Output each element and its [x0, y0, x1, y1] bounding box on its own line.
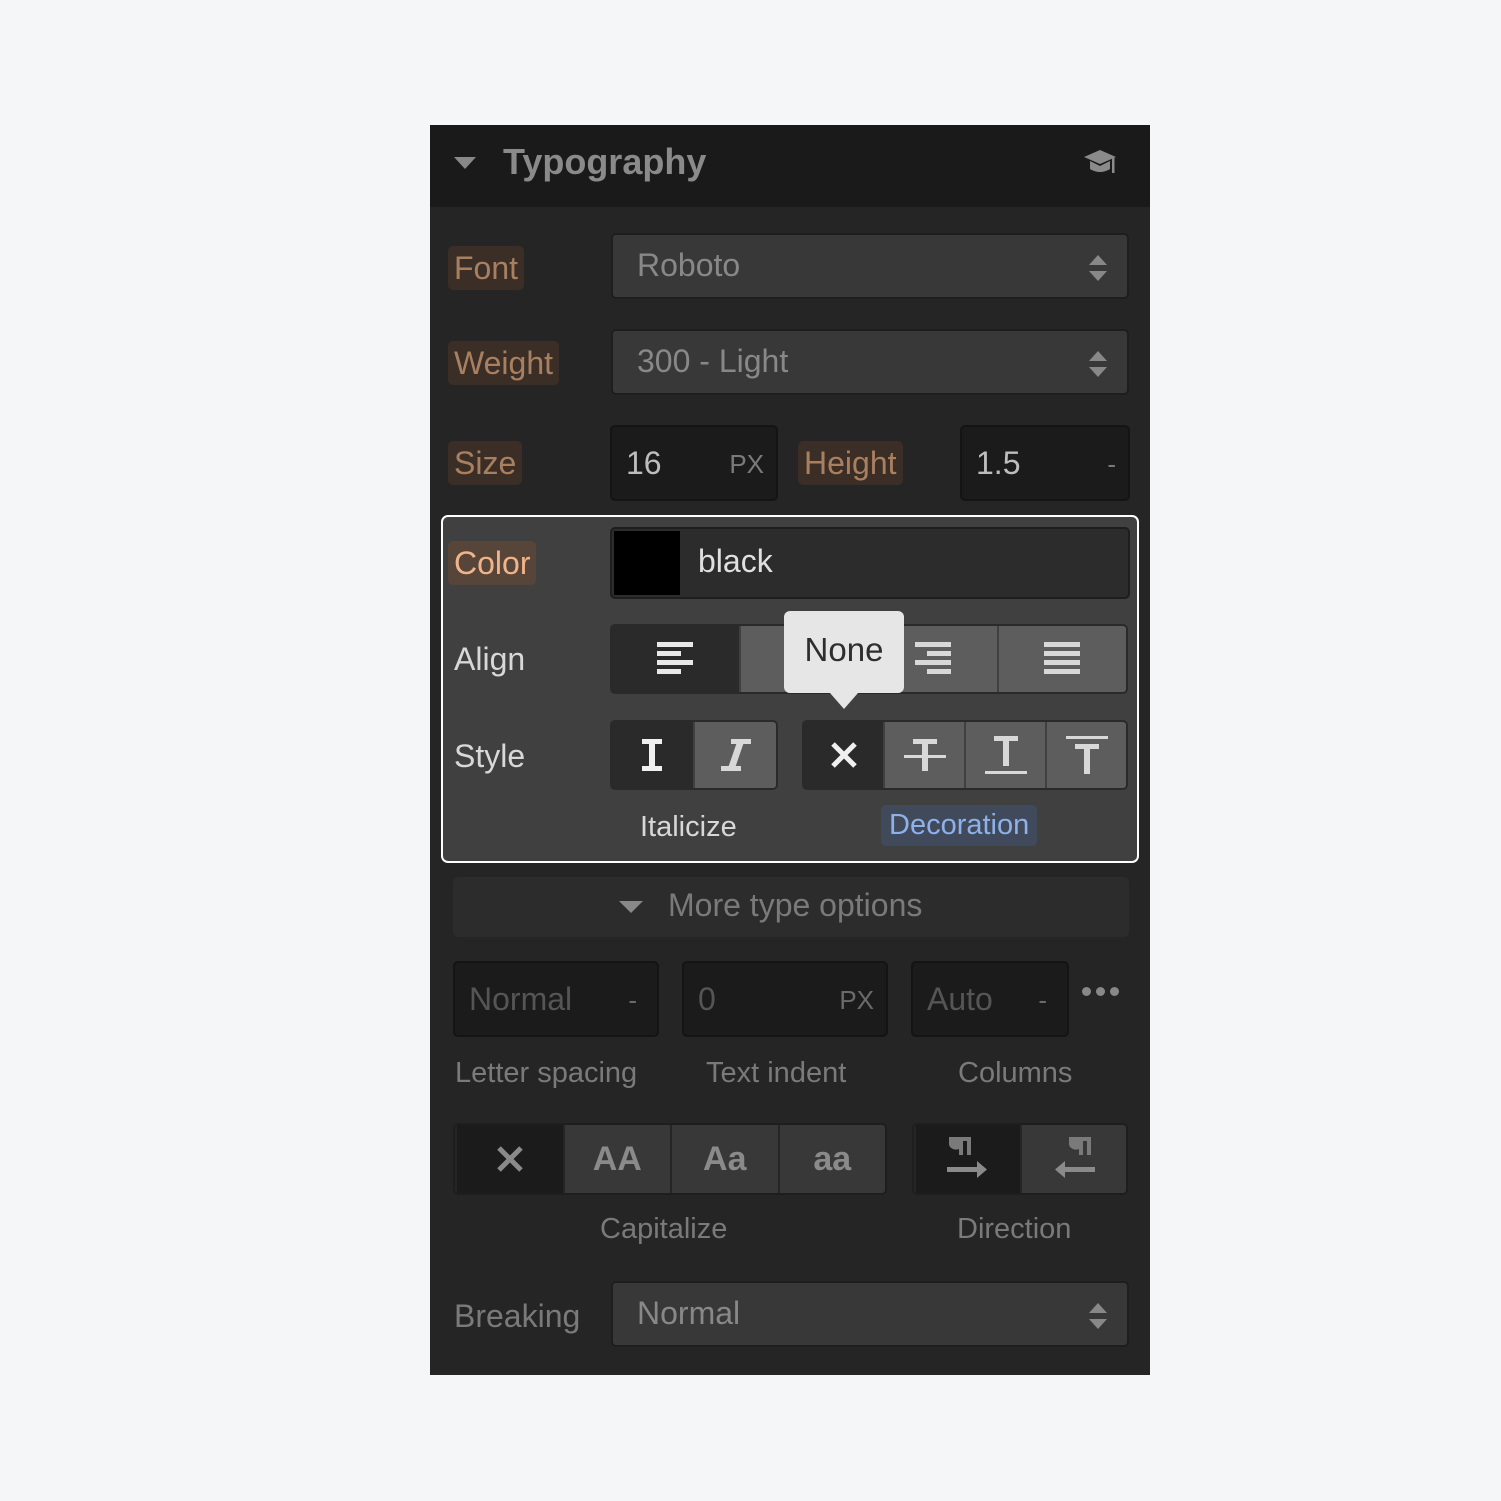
decoration-group [802, 720, 1128, 790]
uppercase-icon: AA [592, 1139, 642, 1178]
typography-panel: Typography Font Roboto Weight 300 - Ligh… [430, 125, 1150, 1375]
capitalize-none-button[interactable] [455, 1125, 563, 1193]
size-value: 16 [626, 445, 662, 481]
size-unit[interactable]: PX [729, 449, 764, 480]
color-field[interactable]: black [610, 527, 1130, 599]
color-value: black [698, 543, 773, 579]
columns-input[interactable]: Auto - [911, 961, 1069, 1037]
capitalize-caption: Capitalize [600, 1213, 728, 1245]
graduation-cap-icon[interactable] [1082, 149, 1118, 179]
columns-unit[interactable]: - [1038, 985, 1047, 1016]
letter-spacing-unit[interactable]: - [628, 985, 637, 1016]
regular-style-button[interactable] [612, 722, 693, 788]
text-indent-value: 0 [698, 981, 716, 1017]
letter-spacing-input[interactable]: Normal - [453, 961, 659, 1037]
capitalize-group: AA Aa aa [453, 1123, 887, 1195]
capitalize-icon: Aa [703, 1139, 747, 1178]
align-left-button[interactable] [612, 626, 739, 692]
tooltip-text: None [804, 631, 884, 668]
size-label[interactable]: Size [448, 441, 523, 485]
style-label: Style [454, 738, 526, 774]
weight-value: 300 - Light [637, 343, 789, 379]
text-indent-input[interactable]: 0 PX [682, 961, 888, 1037]
direction-caption: Direction [957, 1213, 1072, 1245]
text-indent-caption: Text indent [706, 1057, 847, 1089]
strikethrough-button[interactable] [883, 722, 964, 788]
italic-style-button[interactable] [693, 722, 776, 788]
lowercase-button[interactable]: aa [777, 1125, 885, 1193]
color-label[interactable]: Color [448, 541, 537, 585]
breaking-label: Breaking [454, 1298, 581, 1334]
caret-down-icon[interactable] [454, 157, 476, 169]
decoration-caption: Decoration [881, 805, 1038, 846]
letter-spacing-value: Normal [469, 981, 573, 1017]
section-header[interactable]: Typography [430, 125, 1150, 207]
font-label[interactable]: Font [448, 246, 525, 290]
weight-label[interactable]: Weight [448, 341, 560, 385]
lowercase-icon: aa [813, 1139, 852, 1178]
height-unit[interactable]: - [1107, 449, 1116, 480]
updown-arrow-icon [1089, 351, 1107, 377]
align-justify-button[interactable] [997, 626, 1126, 692]
columns-value: Auto [927, 981, 993, 1017]
direction-group [912, 1123, 1128, 1195]
underline-button[interactable] [964, 722, 1045, 788]
decoration-none-button[interactable] [804, 722, 883, 788]
text-indent-unit[interactable]: PX [839, 985, 874, 1016]
uppercase-button[interactable]: AA [562, 1125, 670, 1193]
tooltip: None [784, 611, 904, 709]
overline-button[interactable] [1045, 722, 1126, 788]
updown-arrow-icon [1089, 255, 1107, 281]
more-type-options-label: More type options [668, 887, 923, 923]
rtl-button[interactable] [1020, 1125, 1126, 1193]
breaking-select[interactable]: Normal [611, 1281, 1129, 1347]
align-label: Align [454, 641, 526, 677]
more-type-options-toggle[interactable]: More type options [453, 877, 1129, 937]
breaking-value: Normal [637, 1295, 741, 1331]
letter-spacing-caption: Letter spacing [455, 1057, 638, 1089]
color-swatch[interactable] [614, 531, 680, 595]
font-select[interactable]: Roboto [611, 233, 1129, 299]
height-label[interactable]: Height [798, 441, 903, 485]
size-input[interactable]: 16 PX [610, 425, 778, 501]
weight-select[interactable]: 300 - Light [611, 329, 1129, 395]
caret-down-icon [619, 901, 643, 913]
line-height-input[interactable]: 1.5 - [960, 425, 1130, 501]
italicize-caption: Italicize [640, 811, 737, 843]
columns-caption: Columns [958, 1057, 1073, 1089]
more-options-icon[interactable] [1082, 987, 1119, 996]
height-value: 1.5 [976, 445, 1021, 481]
section-title: Typography [503, 141, 707, 182]
updown-arrow-icon [1089, 1303, 1107, 1329]
ltr-button[interactable] [914, 1125, 1020, 1193]
italicize-group [610, 720, 778, 790]
capitalize-button[interactable]: Aa [670, 1125, 778, 1193]
font-value: Roboto [637, 247, 741, 283]
